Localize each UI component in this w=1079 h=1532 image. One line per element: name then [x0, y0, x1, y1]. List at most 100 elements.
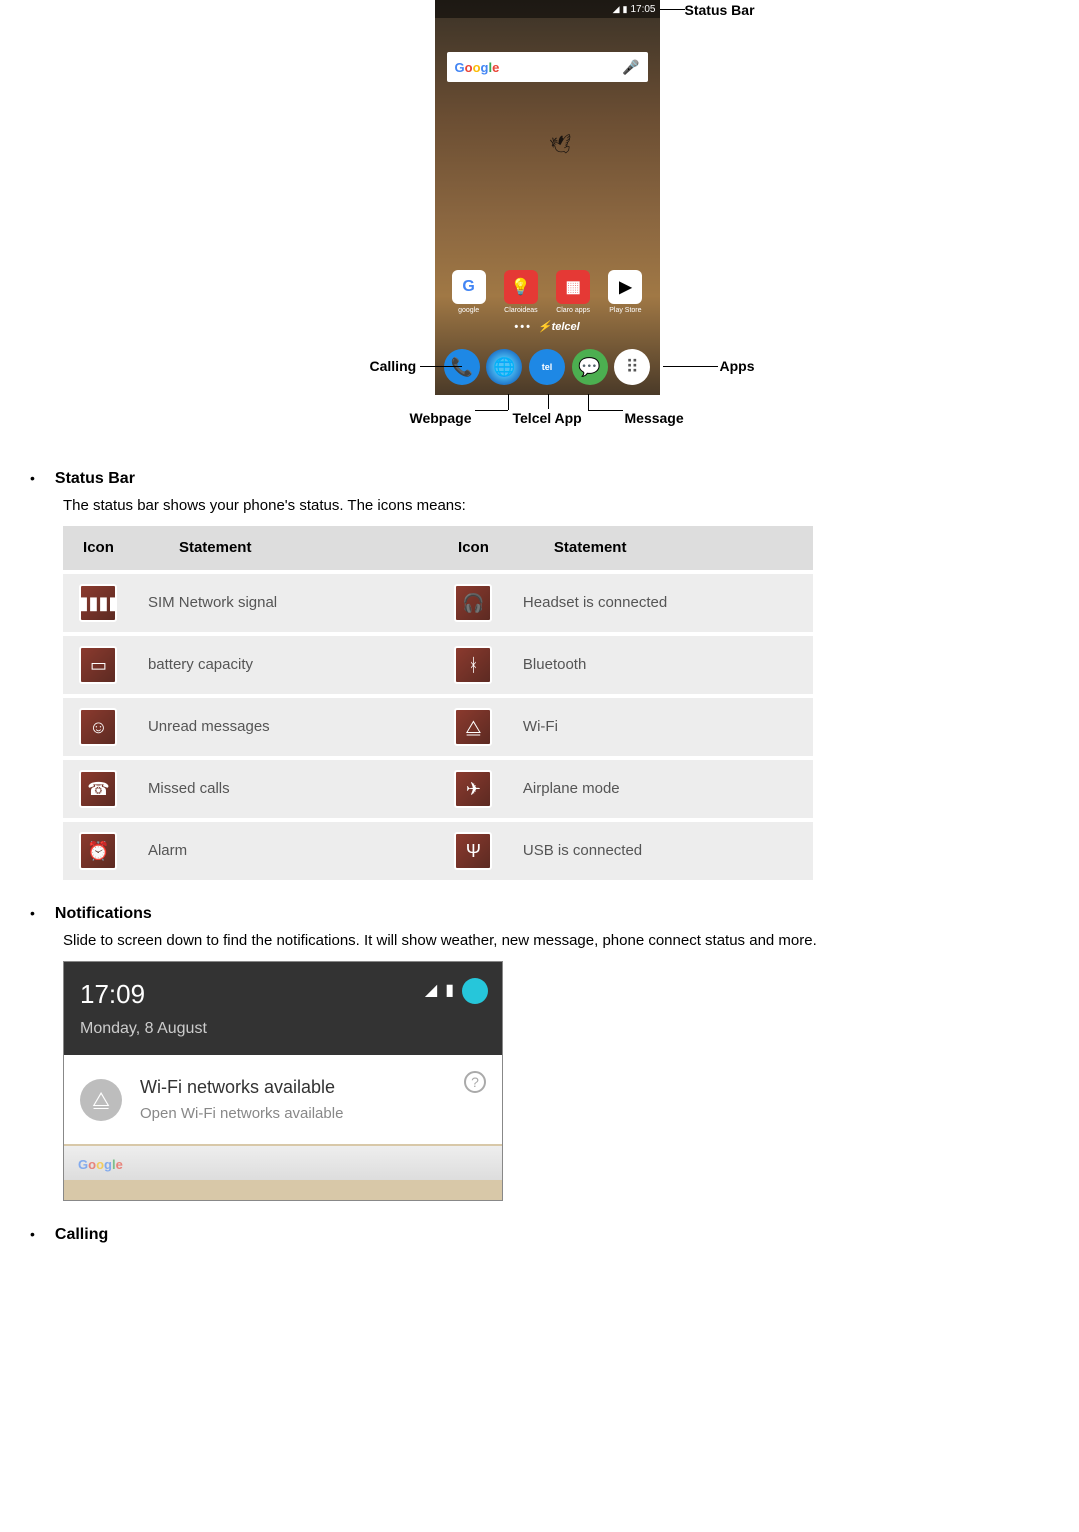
- th-statement: Statement: [134, 526, 438, 572]
- google-logo: Google: [455, 60, 500, 75]
- dock: 📞 🌐 tel 💬 ⠿: [435, 339, 660, 395]
- app-claroapps: ▦Claro apps: [556, 270, 590, 314]
- notification-header: 17:09 Monday, 8 August ◢ ▮: [64, 962, 502, 1055]
- telcel-brand: •••⚡telcel: [435, 320, 660, 333]
- dock-browser-icon: 🌐: [486, 349, 522, 385]
- notif-card-sub: Open Wi-Fi networks available: [140, 1102, 343, 1126]
- statement-cell: Airplane mode: [509, 758, 813, 820]
- leader-line: [588, 394, 589, 410]
- google-logo: Google: [78, 1157, 123, 1172]
- th-statement: Statement: [509, 526, 813, 572]
- battery-icon: ▮: [445, 978, 454, 1004]
- icon-cell: ▭: [63, 634, 134, 696]
- signal-icon: ◢: [613, 4, 620, 15]
- leader-line: [508, 394, 509, 410]
- headset-icon: 🎧: [454, 584, 492, 622]
- statement-cell: Wi-Fi: [509, 696, 813, 758]
- phone-diagram: ◢ ▮ 17:05 Google 🎤 🕊 Ggoogle 💡Claroideas…: [195, 0, 895, 430]
- statement-cell: SIM Network signal: [134, 572, 438, 634]
- wifi-icon: ⧋: [80, 1079, 122, 1121]
- table-row: ⏰ Alarm Ψ USB is connected: [63, 820, 813, 880]
- phone-frame: ◢ ▮ 17:05 Google 🎤 🕊 Ggoogle 💡Claroideas…: [435, 0, 660, 395]
- avatar-icon: [462, 978, 488, 1004]
- icon-cell: ▮▮▮▮: [63, 572, 134, 634]
- airplane-icon: ✈: [454, 770, 492, 808]
- callout-calling: Calling: [370, 358, 417, 374]
- app-google: Ggoogle: [452, 270, 486, 314]
- missed-call-icon: ☎: [79, 770, 117, 808]
- bluetooth-icon: ᚼ: [454, 646, 492, 684]
- statement-cell: Alarm: [134, 820, 438, 880]
- section-body-text: The status bar shows your phone's status…: [63, 494, 1079, 518]
- table-row: ▭ battery capacity ᚼ Bluetooth: [63, 634, 813, 696]
- callout-telcel-app: Telcel App: [513, 410, 582, 426]
- statement-cell: Unread messages: [134, 696, 438, 758]
- notif-date: Monday, 8 August: [80, 1016, 486, 1042]
- callout-message: Message: [625, 410, 684, 426]
- help-icon: ?: [464, 1071, 486, 1093]
- signal-icon: ▮▮▮▮: [79, 584, 117, 622]
- leader-line: [663, 366, 718, 367]
- statement-cell: Bluetooth: [509, 634, 813, 696]
- callout-apps: Apps: [720, 358, 755, 374]
- alarm-icon: ⏰: [79, 832, 117, 870]
- statement-cell: battery capacity: [134, 634, 438, 696]
- icon-cell: ᚼ: [438, 634, 509, 696]
- bullet-icon: •: [30, 1226, 35, 1244]
- section-status-bar: • Status Bar The status bar shows your p…: [30, 470, 1079, 880]
- table-row: ☎ Missed calls ✈ Airplane mode: [63, 758, 813, 820]
- bird-silhouette: 🕊: [548, 133, 574, 158]
- leader-line: [588, 410, 623, 411]
- section-notifications: • Notifications Slide to screen down to …: [30, 905, 1079, 1201]
- dock-phone-icon: 📞: [444, 349, 480, 385]
- leader-line: [548, 394, 549, 409]
- section-title: Calling: [55, 1226, 108, 1244]
- dock-apps-icon: ⠿: [614, 349, 650, 385]
- status-time: 17:05: [630, 4, 655, 15]
- icon-cell: ✈: [438, 758, 509, 820]
- home-app-row: Ggoogle 💡Claroideas ▦Claro apps ▶Play St…: [435, 270, 660, 314]
- phone-statusbar: ◢ ▮ 17:05: [435, 0, 660, 18]
- app-claroideas: 💡Claroideas: [504, 270, 538, 314]
- icon-cell: ⏰: [63, 820, 134, 880]
- icon-cell: Ψ: [438, 820, 509, 880]
- section-title: Status Bar: [55, 470, 135, 488]
- usb-icon: Ψ: [454, 832, 492, 870]
- statement-cell: Missed calls: [134, 758, 438, 820]
- message-icon: ☺: [79, 708, 117, 746]
- icon-cell: ☺: [63, 696, 134, 758]
- callout-webpage: Webpage: [410, 410, 472, 426]
- statement-cell: USB is connected: [509, 820, 813, 880]
- section-title: Notifications: [55, 905, 152, 923]
- dock-telcel-icon: tel: [529, 349, 565, 385]
- battery-icon: ▭: [79, 646, 117, 684]
- app-playstore: ▶Play Store: [608, 270, 642, 314]
- notif-card-title: Wi-Fi networks available: [140, 1073, 343, 1102]
- signal-icon: ◢: [425, 978, 437, 1004]
- status-icon-table: Icon Statement Icon Statement ▮▮▮▮ SIM Ne…: [63, 526, 813, 880]
- mic-icon: 🎤: [622, 59, 639, 76]
- leader-line: [475, 410, 508, 411]
- icon-cell: 🎧: [438, 572, 509, 634]
- section-body-text: Slide to screen down to find the notific…: [63, 929, 1079, 953]
- statement-cell: Headset is connected: [509, 572, 813, 634]
- callout-status-bar: Status Bar: [685, 2, 755, 18]
- icon-cell: ☎: [63, 758, 134, 820]
- wifi-icon: ⧋: [454, 708, 492, 746]
- icon-cell: ⧋: [438, 696, 509, 758]
- dock-message-icon: 💬: [572, 349, 608, 385]
- section-calling: • Calling: [30, 1226, 1079, 1244]
- search-bar: Google 🎤: [447, 52, 648, 82]
- table-row: ☺ Unread messages ⧋ Wi-Fi: [63, 696, 813, 758]
- battery-icon: ▮: [623, 4, 628, 15]
- notification-card: ⧋ Wi-Fi networks available Open Wi-Fi ne…: [64, 1055, 502, 1144]
- notification-panel: 17:09 Monday, 8 August ◢ ▮ ⧋ Wi-Fi netwo…: [63, 961, 503, 1201]
- table-row: ▮▮▮▮ SIM Network signal 🎧 Headset is connec…: [63, 572, 813, 634]
- bullet-icon: •: [30, 905, 35, 923]
- leader-line: [420, 366, 462, 367]
- leader-line: [660, 9, 685, 10]
- th-icon: Icon: [438, 526, 509, 572]
- bullet-icon: •: [30, 470, 35, 488]
- notif-peek: Google: [64, 1146, 502, 1180]
- th-icon: Icon: [63, 526, 134, 572]
